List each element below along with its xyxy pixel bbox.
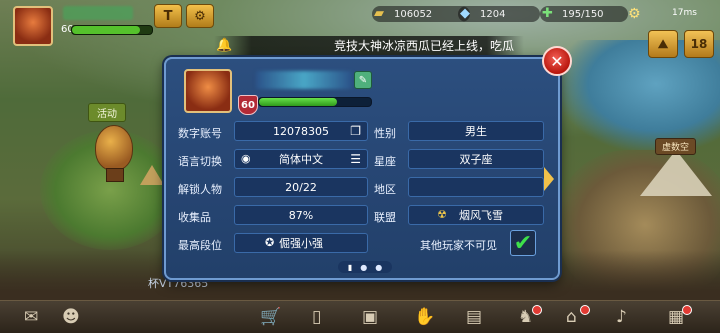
menu-lines-icon: ☰ — [350, 152, 361, 166]
rank-label: 最高段位 — [178, 239, 222, 252]
account-value: 12078305 — [273, 124, 329, 138]
hot-air-balloon[interactable] — [95, 125, 133, 171]
page-indicator[interactable]: ▮ ● ● — [338, 261, 392, 273]
gem-resource[interactable]: ◆ 1204 — [458, 6, 540, 22]
network-latency: 17ms — [672, 8, 697, 18]
rank-badge-icon: T — [163, 8, 173, 24]
handshake-icon[interactable]: ✋ — [414, 307, 435, 327]
gender-field[interactable]: 男生 — [408, 121, 544, 141]
unlock-field: 20/22 — [234, 177, 368, 197]
shop-cart-icon[interactable]: 🛒 — [260, 307, 281, 327]
gold-value: 106052 — [394, 8, 433, 20]
profile-avatar[interactable] — [184, 69, 232, 113]
player-name-blurred — [63, 6, 133, 20]
copy-icon[interactable]: ❐ — [350, 124, 361, 138]
notification-dot — [682, 305, 692, 315]
rank-emblem-icon: ✪ — [265, 236, 275, 249]
stamina-resource[interactable]: ✚ 195/150 — [540, 6, 628, 22]
stamina-value: 195/150 — [562, 8, 604, 20]
profile-level-badge: 60 — [238, 95, 258, 115]
player-exp-bar — [71, 25, 153, 35]
notification-dot — [580, 305, 590, 315]
pyramid-landmark[interactable] — [640, 150, 712, 196]
gender-value: 男生 — [465, 125, 487, 138]
region-field[interactable] — [408, 177, 544, 197]
language-label: 语言切换 — [178, 155, 222, 168]
privacy-checkbox[interactable]: ✔ — [510, 230, 536, 256]
achievement-icon: ⚙ — [194, 8, 206, 24]
zodiac-label: 星座 — [374, 155, 396, 168]
calendar-icon: 18 — [690, 37, 708, 51]
page-dot-icon: ● — [375, 262, 383, 272]
alliance-label: 联盟 — [374, 211, 396, 224]
balloon-basket — [106, 168, 124, 182]
announcement-text: 竞技大神冰凉西瓜已经上线，吃瓜 — [334, 39, 515, 53]
achievement-button[interactable]: ⚙ — [186, 4, 214, 28]
page-dot-active-icon: ▮ — [347, 262, 353, 272]
account-field: 12078305 ❐ — [234, 121, 368, 141]
account-label: 数字账号 — [178, 127, 222, 140]
language-value: 简体中文 — [279, 153, 323, 166]
profile-dialog: ✎ 60 ✕ 数字账号 12078305 ❐ 语言切换 ◉ 简体中文 ☰ 解锁人… — [164, 46, 572, 280]
rank-value: 倔强小强 — [279, 237, 323, 250]
zodiac-field[interactable]: 双子座 — [408, 149, 544, 169]
stamina-icon: ✚ — [542, 6, 553, 21]
collect-value: 87% — [288, 208, 314, 222]
activity-banner[interactable]: 活动 — [88, 103, 126, 122]
privacy-label: 其他玩家不可见 — [420, 239, 497, 252]
bank-icon[interactable]: ⌂ — [566, 307, 577, 327]
map-icon: ⛰ — [657, 36, 669, 51]
cards-icon[interactable]: ▤ — [466, 307, 482, 327]
alliance-field[interactable]: ☢ 烟风飞雪 — [408, 205, 544, 225]
announcement-bar: 竞技大神冰凉西瓜已经上线，吃瓜 — [214, 36, 524, 56]
settings-gear-icon[interactable]: ⚙ — [628, 6, 641, 22]
profile-name-blurred — [256, 71, 352, 89]
notification-dot — [532, 305, 542, 315]
collect-field: 87% — [234, 205, 368, 225]
globe-icon: ◉ — [241, 152, 251, 165]
rider-icon[interactable]: ♞ — [518, 307, 533, 327]
language-selector[interactable]: ◉ 简体中文 ☰ — [234, 149, 368, 169]
bottom-toolbar: ✉ ☻ 🛒 ▯ ▣ ✋ ▤ ♞ ⌂ ♪ ▦ — [0, 300, 720, 333]
collect-label: 收集品 — [178, 211, 211, 224]
profile-exp-fill — [259, 98, 338, 106]
tent-building[interactable] — [140, 165, 164, 185]
gem-icon: ◆ — [460, 6, 470, 21]
edit-name-button[interactable]: ✎ — [354, 71, 372, 89]
gold-bar-icon: ▰ — [374, 6, 384, 21]
alliance-emblem-icon: ☢ — [437, 208, 447, 221]
mail-icon[interactable]: ✉ — [24, 307, 38, 327]
rank-field: ✪ 倔强小强 — [234, 233, 368, 253]
close-button[interactable]: ✕ — [542, 46, 572, 76]
player-avatar[interactable] — [13, 6, 53, 46]
profile-exp-bar — [258, 97, 372, 107]
backpack-icon[interactable]: ▣ — [362, 307, 378, 327]
phone-icon[interactable]: ▯ — [312, 307, 321, 327]
checkmark-icon: ✔ — [513, 230, 533, 256]
region-label: 地区 — [374, 183, 396, 196]
page-dot-icon: ● — [360, 262, 368, 272]
next-page-arrow-icon[interactable] — [544, 167, 554, 191]
zodiac-value: 双子座 — [459, 153, 493, 166]
gem-value: 1204 — [480, 8, 506, 20]
calendar-button[interactable]: 18 — [684, 30, 714, 58]
character-icon[interactable]: ☻ — [62, 307, 80, 327]
unlock-value: 20/22 — [285, 180, 317, 194]
pencil-icon: ✎ — [358, 74, 368, 86]
alliance-value: 烟风飞雪 — [459, 209, 503, 222]
gold-resource[interactable]: ▰ 106052 — [372, 6, 470, 22]
player-exp-fill — [72, 26, 140, 34]
gender-label: 性别 — [374, 127, 396, 140]
music-icon[interactable]: ♪ — [616, 307, 627, 327]
rank-badge-button[interactable]: T — [154, 4, 182, 28]
location-banner[interactable]: 虚数空 — [655, 138, 697, 155]
bell-icon: 🔔 — [216, 38, 233, 53]
map-button[interactable]: ⛰ — [648, 30, 678, 58]
unlock-label: 解锁人物 — [178, 183, 222, 196]
